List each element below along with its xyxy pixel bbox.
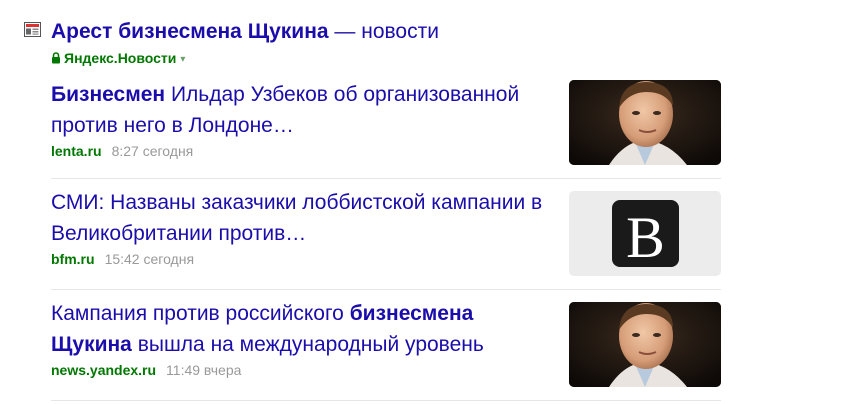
headline-bold: Бизнесмен [51,83,166,106]
headline-rest: вышла на международный уровень [131,333,484,356]
letter-b-logo-icon: B [612,200,679,270]
title-bold: Арест бизнесмена Щукина [51,20,329,43]
result-title-link[interactable]: Арест бизнесмена Щукина — новости [51,18,439,46]
source-name: Яндекс.Новости [64,50,177,66]
news-time: 15:42 сегодня [104,251,195,267]
news-text: Бизнесмен Ильдар Узбеков об организованн… [51,79,551,161]
news-source-link[interactable]: lenta.ru [51,143,102,159]
news-item: СМИ: Названы заказчики лоббистской кампа… [51,179,721,290]
news-time: 11:49 вчера [166,362,242,378]
portrait-photo-icon [569,302,721,387]
news-meta: news.yandex.ru 11:49 вчера [51,360,551,380]
news-meta: bfm.ru 15:42 сегодня [51,249,551,269]
portrait-photo-icon [569,80,721,165]
news-headline-link[interactable]: Бизнесмен Ильдар Узбеков об организованн… [51,79,551,141]
news-headline-link[interactable]: СМИ: Названы заказчики лоббистской кампа… [51,187,551,249]
lock-icon [52,52,60,64]
headline-pre: Кампания против российского [51,302,350,325]
result-source[interactable]: Яндекс.Новости ▾ [51,49,185,69]
news-headline-link[interactable]: Кампания против российского бизнесмена Щ… [51,298,551,360]
news-source-link[interactable]: news.yandex.ru [51,362,156,378]
chevron-down-icon[interactable]: ▾ [180,54,185,65]
news-list: Бизнесмен Ильдар Узбеков об организованн… [51,71,721,401]
news-thumbnail-logo[interactable]: B [569,191,721,276]
news-favicon-icon [24,22,41,37]
news-time: 8:27 сегодня [111,143,194,159]
news-item: Бизнесмен Ильдар Узбеков об организованн… [51,71,721,179]
news-meta: lenta.ru 8:27 сегодня [51,141,551,161]
news-text: СМИ: Названы заказчики лоббистской кампа… [51,187,551,269]
news-source-link[interactable]: bfm.ru [51,251,95,267]
news-item: Кампания против российского бизнесмена Щ… [51,290,721,401]
news-thumbnail-photo[interactable] [569,80,721,165]
svg-text:B: B [626,205,665,270]
title-rest: — новости [328,20,439,43]
headline-rest: СМИ: Названы заказчики лоббистской кампа… [51,191,543,245]
news-text: Кампания против российского бизнесмена Щ… [51,298,551,380]
news-thumbnail-photo[interactable] [569,302,721,387]
